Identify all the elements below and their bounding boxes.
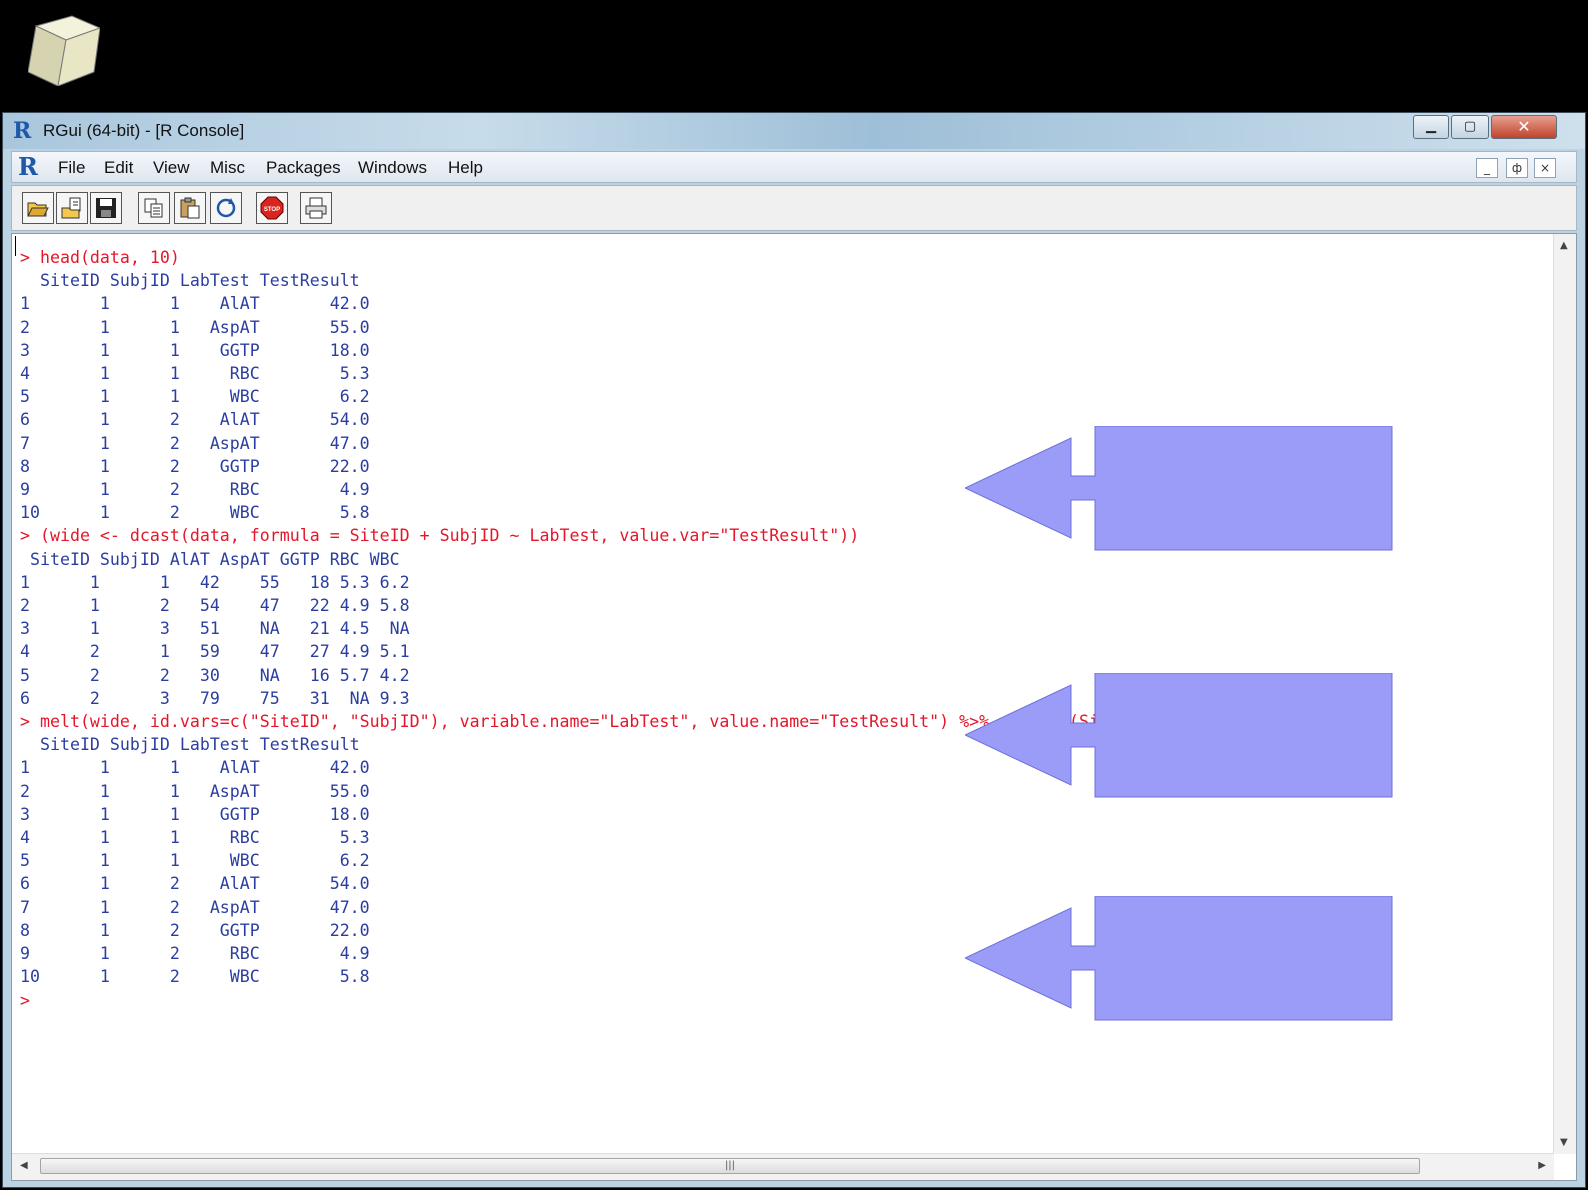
horizontal-scroll-thumb[interactable]: ||| [40,1158,1420,1174]
scroll-left-icon[interactable]: ◀ [20,1160,28,1171]
paste-icon[interactable] [174,192,206,224]
close-button[interactable]: ✕ [1491,115,1557,139]
cube-icon [28,15,100,86]
toolbar: STOP [11,185,1577,231]
console-output-line: 1 1 1 AlAT 42.0 [20,294,370,314]
print-icon[interactable] [300,192,332,224]
stop-icon[interactable]: STOP [256,192,288,224]
console-output-line: 2 1 2 54 47 22 4.9 5.8 [20,596,410,616]
mdi-minimize-button[interactable]: _ [1476,158,1498,178]
scroll-up-icon[interactable]: ▲ [1560,240,1568,251]
menu-edit[interactable]: Edit [104,158,133,178]
menu-misc[interactable]: Misc [210,158,245,178]
console-output-line: SiteID SubjID LabTest TestResult [20,271,360,291]
console-output-line: 6 1 2 AlAT 54.0 [20,874,370,894]
copy-icon[interactable] [138,192,170,224]
load-workspace-icon[interactable] [56,192,88,224]
maximize-button[interactable]: ▢ [1451,115,1489,139]
r-console[interactable]: > head(data, 10) SiteID SubjID LabTest T… [11,233,1577,1181]
r-app-icon: R [13,118,32,144]
callout-arrow-2 [965,673,1393,798]
console-output-line: 4 1 1 RBC 5.3 [20,828,370,848]
save-icon[interactable] [90,192,122,224]
menu-file[interactable]: File [58,158,85,178]
callout-arrow-3 [965,896,1393,1021]
menu-packages[interactable]: Packages [266,158,341,178]
console-output-line: 3 1 3 51 NA 21 4.5 NA [20,619,410,639]
vertical-scrollbar[interactable]: ▲ ▼ [1553,234,1576,1154]
r-menu-icon[interactable]: R [18,153,38,181]
text-cursor [15,236,16,256]
scroll-right-icon[interactable]: ▶ [1538,1160,1546,1171]
mdi-close-button[interactable]: × [1534,158,1556,178]
minimize-button[interactable]: ▁ [1413,115,1449,139]
mdi-restore-button[interactable]: ф [1506,158,1528,178]
rgui-window: R RGui (64-bit) - [R Console] ▁ ▢ ✕ R Fi… [2,112,1586,1188]
console-output-line: 4 1 1 RBC 5.3 [20,364,370,384]
horizontal-scrollbar[interactable]: ◀ ||| ▶ [12,1153,1554,1180]
callout-arrow-1 [965,426,1393,551]
refresh-icon[interactable] [210,192,242,224]
svg-text:STOP: STOP [264,207,280,213]
menu-bar: R File Edit View Misc Packages Windows H… [11,151,1577,183]
scroll-down-icon[interactable]: ▼ [1560,1137,1568,1148]
console-output-line: 3 1 1 GGTP 18.0 [20,340,370,360]
console-command-line: > head(data, 10) [20,248,180,267]
console-output-line: 4 2 1 59 47 27 4.9 5.1 [20,642,410,662]
menu-help[interactable]: Help [448,158,483,178]
console-output-line: 5 1 1 WBC 6.2 [20,387,370,407]
window-title: RGui (64-bit) - [R Console] [43,121,245,140]
console-output-line: 2 1 1 AspAT 55.0 [20,317,370,337]
title-bar[interactable]: R RGui (64-bit) - [R Console] ▁ ▢ ✕ [3,113,1585,149]
console-output-line: 1 1 1 42 55 18 5.3 6.2 [20,572,410,592]
open-script-icon[interactable] [22,192,54,224]
menu-windows[interactable]: Windows [358,158,427,178]
menu-view[interactable]: View [153,158,190,178]
console-output-line: 5 1 1 WBC 6.2 [20,851,370,871]
console-output-line: 3 1 1 GGTP 18.0 [20,804,370,824]
